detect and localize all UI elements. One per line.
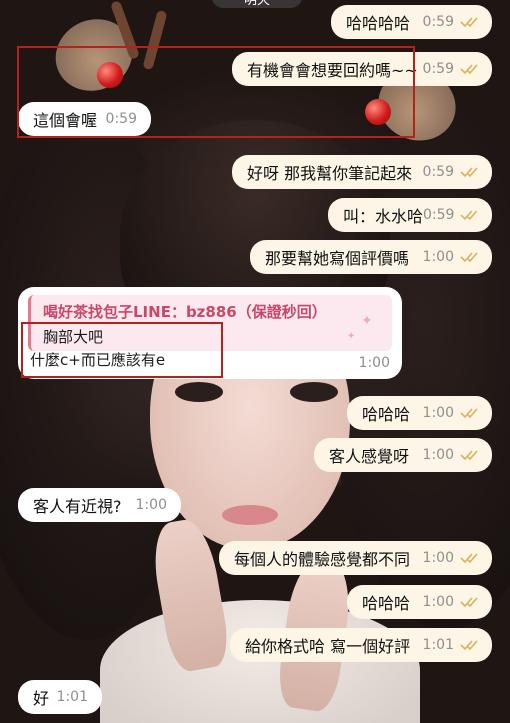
wallpaper-eye-right [290, 382, 338, 402]
message-time: 1:00 [422, 550, 454, 566]
message-time: 1:00 [422, 405, 454, 421]
sparkle-icon: ✦ [361, 313, 373, 329]
double-check-icon [460, 597, 478, 608]
message-text: 那要幫她寫個評價嗎 [265, 249, 410, 268]
sparkle-icon: ✦ [347, 331, 356, 342]
message-text: 哈哈哈哈 [346, 14, 411, 33]
message-text: 哈哈哈 [362, 405, 411, 424]
message-bubble-outgoing[interactable]: 那要幫她寫個評價嗎 1:00 [250, 240, 492, 274]
message-time: 1:00 [422, 447, 454, 463]
message-text: 客人感覺呀 [329, 447, 410, 466]
message-text: 客人有近視? [33, 497, 122, 516]
message-time: 1:00 [358, 355, 390, 371]
highlight-box [17, 46, 415, 138]
quoted-sender: 喝好茶找包子LINE：bz886（保證秒回） [43, 303, 327, 321]
message-text: 好 [33, 689, 50, 708]
message-time: 0:59 [422, 61, 454, 77]
double-check-icon [460, 210, 478, 221]
wallpaper-lips [222, 505, 278, 525]
message-time: 1:01 [422, 637, 454, 653]
message-bubble-outgoing[interactable]: 給你格式哈 寫一個好評 1:01 [230, 628, 492, 662]
highlight-box [21, 322, 223, 378]
message-bubble-outgoing[interactable]: 客人感覺呀 1:00 [314, 438, 492, 472]
message-bubble-outgoing[interactable]: 每個人的體驗感覺都不同 1:00 [219, 541, 492, 575]
double-check-icon [460, 553, 478, 564]
message-time: 0:59 [423, 207, 455, 223]
date-separator: 明天 [212, 0, 302, 8]
message-bubble-outgoing[interactable]: 叫：水水哈 0:59 [328, 198, 492, 232]
message-time: 1:00 [422, 594, 454, 610]
message-time: 0:59 [422, 14, 454, 30]
message-text: 哈哈哈 [362, 594, 411, 613]
message-bubble-outgoing[interactable]: 哈哈哈 1:00 [347, 585, 492, 619]
message-bubble-outgoing[interactable]: 好呀 那我幫你筆記起來 0:59 [232, 155, 492, 189]
message-time: 1:01 [56, 689, 88, 705]
message-text: 叫：水水哈 [343, 207, 424, 226]
double-check-icon [460, 252, 478, 263]
double-check-icon [460, 640, 478, 651]
double-check-icon [460, 64, 478, 75]
message-text: 給你格式哈 寫一個好評 [245, 637, 411, 656]
message-bubble-outgoing[interactable]: 哈哈哈哈 0:59 [331, 5, 492, 39]
double-check-icon [460, 17, 478, 28]
message-time: 1:00 [422, 249, 454, 265]
message-bubble-incoming[interactable]: 客人有近視? 1:00 [18, 488, 181, 522]
message-text: 每個人的體驗感覺都不同 [234, 550, 411, 569]
wallpaper-eye-left [175, 382, 223, 402]
double-check-icon [460, 450, 478, 461]
double-check-icon [460, 167, 478, 178]
message-time: 1:00 [135, 497, 167, 513]
message-time: 0:59 [422, 164, 454, 180]
message-text: 好呀 那我幫你筆記起來 [247, 164, 413, 183]
message-bubble-outgoing[interactable]: 哈哈哈 1:00 [347, 396, 492, 430]
double-check-icon [460, 408, 478, 419]
message-bubble-incoming[interactable]: 好 1:01 [18, 680, 102, 714]
